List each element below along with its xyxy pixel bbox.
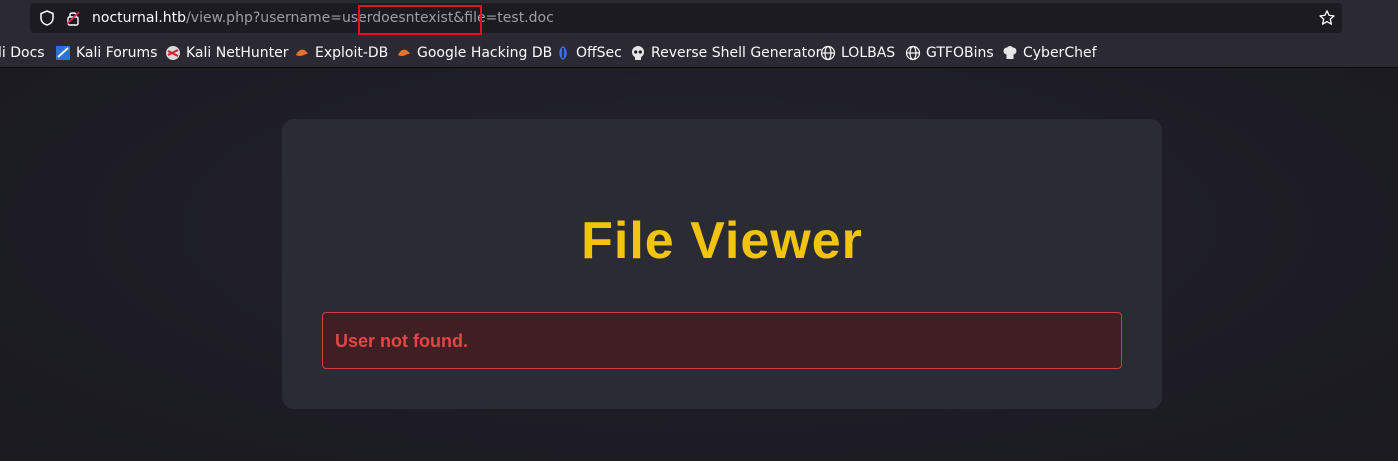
- chef-hat-icon: [1003, 46, 1017, 59]
- offsec-icon: [559, 46, 567, 60]
- exploit-db-icon: [296, 49, 308, 56]
- bookmark-label: Kali Forums: [76, 45, 158, 61]
- bookmark-label: OffSec: [576, 45, 622, 61]
- bookmark-gtfobins[interactable]: GTFOBins: [905, 42, 994, 64]
- bookmark-kali-docs[interactable]: li Docs: [0, 42, 45, 64]
- insecure-lock-icon[interactable]: [64, 9, 82, 27]
- bookmarks-toolbar: li Docs Kali Forums Kali NetHunter Explo…: [0, 42, 1398, 64]
- bookmark-label: LOLBAS: [841, 45, 896, 61]
- skull-icon: [632, 46, 644, 60]
- url-path: /view.php?username=: [186, 10, 342, 26]
- bookmark-label: li Docs: [0, 45, 45, 61]
- bookmark-label: Exploit-DB: [315, 45, 389, 61]
- bookmark-label: CyberChef: [1023, 45, 1097, 61]
- globe-icon: [820, 45, 836, 61]
- globe-icon: [905, 45, 921, 61]
- kali-forums-icon: [56, 46, 70, 60]
- bookmark-reverse-shell-generator[interactable]: Reverse Shell Generator: [630, 42, 821, 64]
- bookmark-label: Kali NetHunter: [186, 45, 289, 61]
- shield-icon[interactable]: [38, 9, 56, 27]
- bookmark-offsec[interactable]: OffSec: [555, 42, 622, 64]
- page-title: File Viewer: [581, 212, 863, 270]
- file-viewer-card: File Viewer User not found.: [282, 119, 1162, 409]
- url-text[interactable]: nocturnal.htb/view.php?username=userdoes…: [92, 9, 554, 27]
- annotation-highlight-box: [358, 5, 482, 35]
- address-bar[interactable]: nocturnal.htb/view.php?username=userdoes…: [30, 3, 1342, 35]
- url-host: nocturnal.htb: [92, 10, 187, 26]
- bookmark-exploit-db[interactable]: Exploit-DB: [294, 42, 388, 64]
- bookmark-label: Reverse Shell Generator: [651, 45, 822, 61]
- error-alert: User not found.: [322, 312, 1122, 369]
- bookmark-label: Google Hacking DB: [417, 45, 553, 61]
- bookmark-label: GTFOBins: [926, 45, 994, 61]
- kali-nethunter-icon: [166, 46, 180, 60]
- browser-chrome: nocturnal.htb/view.php?username=userdoes…: [0, 0, 1398, 68]
- ghdb-icon: [398, 49, 410, 56]
- bookmark-lolbas[interactable]: LOLBAS: [820, 42, 895, 64]
- error-message: User not found.: [335, 331, 468, 351]
- bookmark-star-icon[interactable]: [1318, 9, 1336, 27]
- bookmark-kali-forums[interactable]: Kali Forums: [55, 42, 157, 64]
- bookmark-google-hacking-db[interactable]: Google Hacking DB: [396, 42, 552, 64]
- bookmark-kali-nethunter[interactable]: Kali NetHunter: [165, 42, 288, 64]
- page-content: File Viewer User not found.: [0, 69, 1398, 461]
- bookmark-cyberchef[interactable]: CyberChef: [1002, 42, 1097, 64]
